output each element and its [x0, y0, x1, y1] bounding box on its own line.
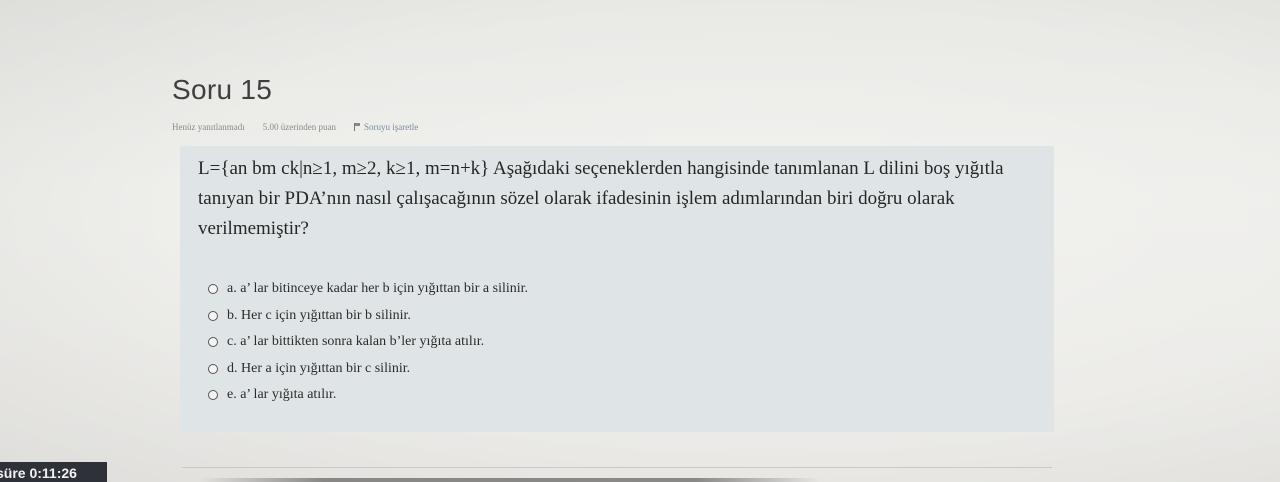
timer-text: süre 0:11:26	[0, 465, 77, 481]
answer-option-a[interactable]: a. a’ lar bitinceye kadar her b için yığ…	[208, 276, 528, 303]
answer-label-a: a. a’ lar bitinceye kadar her b için yığ…	[227, 281, 529, 297]
flag-question-link[interactable]: Soruyu işaretle	[353, 122, 419, 132]
flag-question-label: Soruyu işaretle	[363, 122, 419, 132]
answer-option-d[interactable]: d. Her a için yığıttan bir c silinir.	[208, 356, 528, 383]
radio-button-e[interactable]	[208, 390, 218, 401]
answer-option-e[interactable]: e. a’ lar yığıta atılır.	[208, 382, 528, 409]
quiz-timer: süre 0:11:26	[0, 462, 107, 482]
question-info: Henüz yanıtlanmadı 5.00 üzerinden puan S…	[172, 122, 418, 132]
question-title: Soru 15	[172, 74, 273, 105]
radio-button-a[interactable]	[208, 284, 218, 295]
question-status: Henüz yanıtlanmadı	[172, 122, 245, 132]
radio-button-c[interactable]	[208, 337, 218, 348]
question-content-box: L={an bm ck|n≥1, m≥2, k≥1, m=n+k} Aşağıd…	[180, 146, 1054, 432]
answer-label-b: b. Her c için yığıttan bir b silinir.	[227, 307, 411, 323]
answer-options: a. a’ lar bitinceye kadar her b için yığ…	[208, 276, 528, 409]
radio-button-d[interactable]	[208, 363, 218, 374]
screen-bottom-edge	[200, 478, 820, 482]
section-divider	[182, 467, 1052, 468]
answer-option-c[interactable]: c. a’ lar bittikten sonra kalan b’ler yı…	[208, 329, 528, 356]
answer-option-b[interactable]: b. Her c için yığıttan bir b silinir.	[208, 303, 528, 330]
answer-label-d: d. Her a için yığıttan bir c silinir.	[227, 360, 411, 376]
radio-button-b[interactable]	[208, 310, 218, 321]
question-text: L={an bm ck|n≥1, m≥2, k≥1, m=n+k} Aşağıd…	[198, 158, 1004, 239]
answer-label-e: e. a’ lar yığıta atılır.	[227, 387, 337, 403]
flag-icon	[353, 123, 361, 131]
answer-label-c: c. a’ lar bittikten sonra kalan b’ler yı…	[227, 334, 485, 350]
question-points: 5.00 üzerinden puan	[262, 122, 336, 132]
